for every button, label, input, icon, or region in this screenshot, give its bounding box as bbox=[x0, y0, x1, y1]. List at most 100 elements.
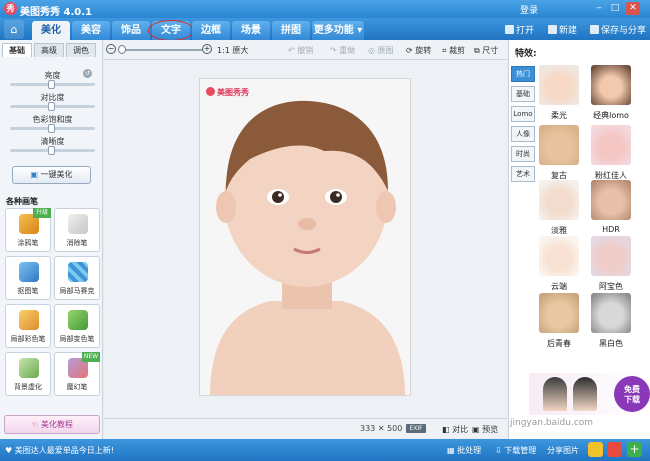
title-bar: 秀 美图秀秀 4.0.1 登录 ‒ □ ✕ bbox=[0, 0, 650, 18]
sharpness-slider[interactable]: 清晰度 bbox=[10, 136, 95, 155]
zoom-out-icon[interactable]: − bbox=[106, 44, 116, 54]
category-portrait[interactable]: 人像 bbox=[511, 126, 535, 142]
ad-model-image bbox=[543, 377, 567, 411]
free-download-badge[interactable]: 免费 下载 bbox=[614, 376, 650, 412]
zoom-slider-thumb[interactable] bbox=[118, 45, 126, 54]
saturation-slider[interactable]: 色彩饱和度 bbox=[10, 114, 95, 133]
effect-thumb-hdr[interactable] bbox=[591, 180, 631, 220]
home-button[interactable]: ⌂ bbox=[4, 20, 24, 39]
effect-label: HDR bbox=[602, 225, 620, 234]
tool-color-pen[interactable]: 局部彩色笔 bbox=[5, 304, 51, 348]
slider-thumb[interactable] bbox=[48, 102, 55, 111]
brightness-slider[interactable]: 亮度 bbox=[10, 70, 95, 89]
save-icon bbox=[590, 25, 599, 34]
tab-text[interactable]: 文字 bbox=[148, 20, 194, 41]
effect-thumb-black-white[interactable] bbox=[591, 293, 631, 333]
tool-doodle-pen[interactable]: 升级 涂鸦笔 bbox=[5, 208, 51, 252]
redo-button[interactable]: ↷ 重做 bbox=[330, 45, 355, 56]
effects-title: 特效: bbox=[515, 49, 537, 59]
undo-icon: ↶ bbox=[288, 46, 298, 55]
download-manager-button[interactable]: ⇩ 下载管理 bbox=[495, 445, 536, 456]
category-basic[interactable]: 基础 bbox=[511, 86, 535, 102]
contrast-slider[interactable]: 对比度 bbox=[10, 92, 95, 111]
open-button[interactable]: 打开 bbox=[505, 23, 534, 36]
category-lomo[interactable]: Lomo bbox=[511, 106, 535, 122]
rotate-icon: ⟳ bbox=[406, 46, 416, 55]
category-popular[interactable]: 热门 bbox=[511, 66, 535, 82]
save-share-button[interactable]: 保存与分享 bbox=[590, 23, 646, 36]
download-ad-banner[interactable]: 免费 下载 bbox=[529, 373, 650, 415]
share-image-button[interactable]: 分享图片 bbox=[547, 445, 579, 456]
effect-thumb-pink-lady[interactable] bbox=[591, 125, 631, 165]
zoom-slider[interactable] bbox=[122, 49, 202, 51]
promo-text[interactable]: ♥ 美图达人最爱单品今日上新! bbox=[5, 445, 114, 456]
ad-model-image bbox=[573, 377, 597, 411]
beautify-tutorial-button[interactable]: ☜ 美化教程 bbox=[4, 415, 100, 434]
close-button[interactable]: ✕ bbox=[626, 2, 640, 15]
tab-scene[interactable]: 场景 bbox=[232, 21, 270, 40]
weibo-icon[interactable] bbox=[607, 442, 622, 457]
add-icon[interactable]: + bbox=[627, 442, 642, 457]
new-button[interactable]: 新建 bbox=[548, 23, 577, 36]
star-icon[interactable] bbox=[588, 442, 603, 457]
baby-photo[interactable]: 美图秀秀 bbox=[199, 78, 411, 396]
one-click-beautify-button[interactable]: ▣ 一键美化 bbox=[12, 166, 91, 184]
effect-thumb-retro[interactable] bbox=[539, 125, 579, 165]
effect-thumb-soft-light[interactable] bbox=[539, 65, 579, 105]
slider-thumb[interactable] bbox=[48, 80, 55, 89]
compare-icon: ◧ bbox=[442, 425, 453, 434]
left-panel: 基础 高级 调色 ↺ 亮度 对比度 色彩饱和度 清晰度 ▣ 一键美化 各种画笔 … bbox=[0, 40, 103, 439]
undo-button[interactable]: ↶ 撤销 bbox=[288, 45, 313, 56]
effect-thumb-classic-lomo[interactable] bbox=[591, 65, 631, 105]
canvas-area[interactable]: 美图秀秀 bbox=[104, 60, 507, 418]
effect-thumb-post-youth[interactable] bbox=[539, 293, 579, 333]
image-dimensions: 333 ✕ 500 bbox=[360, 424, 403, 433]
actual-size-button[interactable]: 1:1 原大 bbox=[217, 45, 248, 56]
tool-background-blur[interactable]: 背景虚化 bbox=[5, 352, 51, 396]
canvas-toolbar: − + 1:1 原大 ↶ 撤销 ↷ 重做 ◎ 原图 ⟳ 旋转 ⌗ 裁剪 ⧉ 尺寸 bbox=[104, 40, 507, 60]
subtab-color[interactable]: 调色 bbox=[66, 43, 96, 57]
download-icon: ⇩ bbox=[495, 446, 505, 455]
tool-mosaic[interactable]: 局部马赛克 bbox=[54, 256, 100, 300]
effect-thumb-elegant[interactable] bbox=[539, 180, 579, 220]
tab-facial[interactable]: 美容 bbox=[72, 21, 110, 40]
preview-icon: ▣ bbox=[472, 425, 483, 434]
tool-magic-pen[interactable]: NEW 魔幻笔 bbox=[54, 352, 100, 396]
slider-thumb[interactable] bbox=[48, 146, 55, 155]
original-button[interactable]: ◎ 原图 bbox=[368, 45, 394, 56]
meitu-logo-icon bbox=[206, 87, 215, 96]
tab-collage[interactable]: 拼图 bbox=[272, 21, 310, 40]
app-logo-icon: 秀 bbox=[4, 2, 17, 15]
new-badge: NEW bbox=[82, 352, 100, 362]
slider-thumb[interactable] bbox=[48, 124, 55, 133]
tool-cutout-pen[interactable]: 抠图笔 bbox=[5, 256, 51, 300]
resize-button[interactable]: ⧉ 尺寸 bbox=[474, 45, 498, 56]
exif-button[interactable]: EXIF bbox=[406, 424, 426, 433]
baby-portrait-image bbox=[200, 79, 410, 395]
tool-recolor-pen[interactable]: 局部变色笔 bbox=[54, 304, 100, 348]
subtab-basic[interactable]: 基础 bbox=[2, 43, 32, 57]
crop-button[interactable]: ⌗ 裁剪 bbox=[442, 45, 465, 56]
subtab-advanced[interactable]: 高级 bbox=[34, 43, 64, 57]
login-link[interactable]: 登录 bbox=[520, 3, 538, 16]
cutout-pen-icon bbox=[19, 262, 39, 282]
batch-process-button[interactable]: ▦ 批处理 bbox=[447, 445, 481, 456]
tab-accessories[interactable]: 饰品 bbox=[112, 21, 150, 40]
maximize-button[interactable]: □ bbox=[608, 2, 622, 15]
tool-eraser-pen[interactable]: 消除笔 bbox=[54, 208, 100, 252]
original-icon: ◎ bbox=[368, 46, 378, 55]
category-art[interactable]: 艺术 bbox=[511, 166, 535, 182]
preview-button[interactable]: ▣ 预览 bbox=[472, 424, 498, 435]
tab-frame[interactable]: 边框 bbox=[192, 21, 230, 40]
tab-beautify[interactable]: 美化 bbox=[32, 21, 70, 40]
category-fashion[interactable]: 时尚 bbox=[511, 146, 535, 162]
zoom-in-icon[interactable]: + bbox=[202, 44, 212, 54]
compare-button[interactable]: ◧ 对比 bbox=[442, 424, 468, 435]
effect-thumb-abao-color[interactable] bbox=[591, 236, 631, 276]
effect-thumb-cloud[interactable] bbox=[539, 236, 579, 276]
color-brush-icon bbox=[19, 310, 39, 330]
minimize-button[interactable]: ‒ bbox=[592, 2, 606, 15]
window-title: 美图秀秀 4.0.1 bbox=[20, 7, 92, 18]
rotate-button[interactable]: ⟳ 旋转 bbox=[406, 45, 431, 56]
tab-more-features[interactable]: 更多功能 ▾ bbox=[312, 21, 364, 40]
